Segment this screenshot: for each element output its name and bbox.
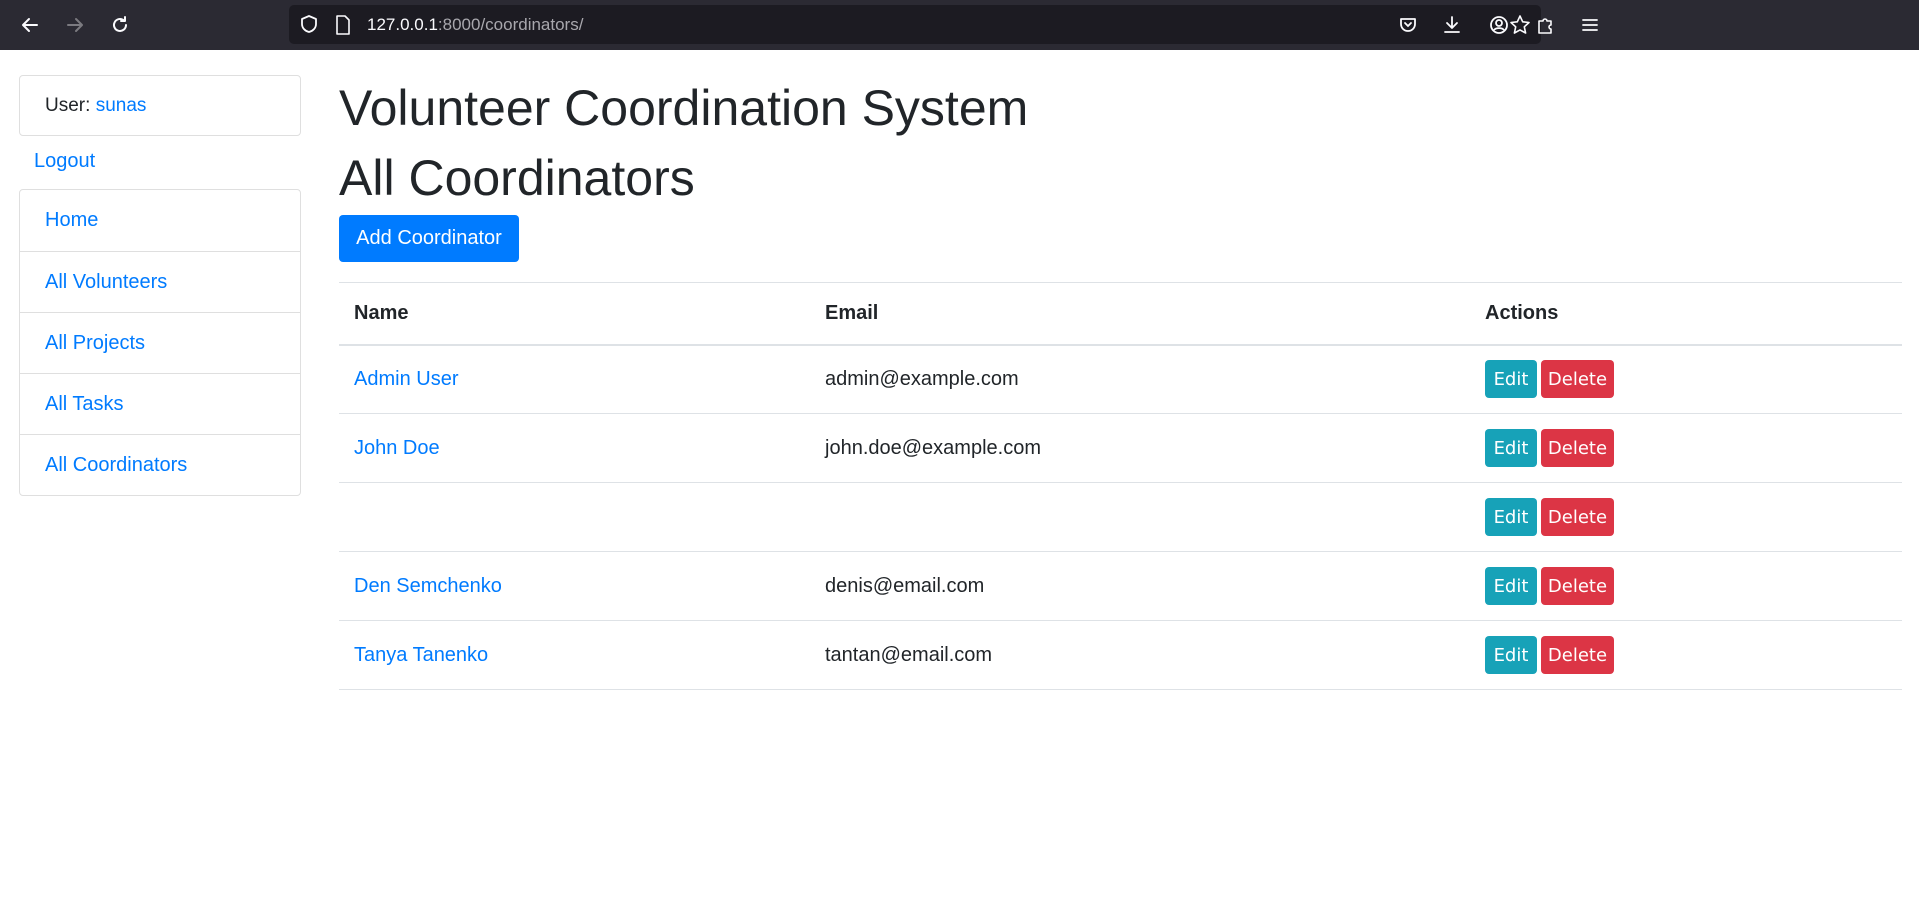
table-row: John Doe john.doe@example.com Edit Delete bbox=[339, 413, 1902, 483]
user-label: User: bbox=[45, 94, 91, 116]
account-button[interactable] bbox=[1486, 12, 1512, 38]
coordinator-email bbox=[810, 482, 1470, 552]
coordinator-name-link[interactable]: Den Semchenko bbox=[354, 575, 502, 597]
edit-button[interactable]: Edit bbox=[1485, 567, 1537, 605]
page-title: All Coordinators bbox=[339, 150, 695, 206]
edit-button[interactable]: Edit bbox=[1485, 360, 1537, 399]
header-name: Name bbox=[339, 282, 810, 346]
user-info: User: sunas bbox=[19, 75, 301, 136]
url-path: :8000/coordinators/ bbox=[437, 15, 584, 34]
coordinator-name-link[interactable]: Admin User bbox=[354, 368, 458, 390]
back-button[interactable] bbox=[15, 10, 45, 40]
back-arrow-icon bbox=[22, 18, 38, 32]
main-content: Volunteer Coordination System All Coordi… bbox=[339, 75, 1902, 690]
download-icon bbox=[1444, 16, 1460, 33]
site-title: Volunteer Coordination System bbox=[339, 80, 1029, 136]
username-link[interactable]: sunas bbox=[96, 95, 147, 117]
table-row: Den Semchenko denis@email.com Edit Delete bbox=[339, 551, 1902, 621]
table-header-row: Name Email Actions bbox=[339, 282, 1902, 346]
header-actions: Actions bbox=[1470, 282, 1902, 346]
bookmark-star-icon[interactable] bbox=[1509, 14, 1531, 36]
reload-button[interactable] bbox=[105, 10, 135, 40]
downloads-button[interactable] bbox=[1439, 12, 1465, 38]
table-row: Admin User admin@example.com Edit Delete bbox=[339, 344, 1902, 414]
address-bar[interactable]: 127.0.0.1:8000/coordinators/ bbox=[289, 5, 1541, 44]
extensions-button[interactable] bbox=[1532, 12, 1558, 38]
table-row: Tanya Tanenko tantan@email.com Edit Delet… bbox=[339, 620, 1902, 690]
sidebar-item-all-tasks[interactable]: All Tasks bbox=[20, 373, 300, 434]
coordinator-name-link[interactable]: John Doe bbox=[354, 437, 440, 459]
coordinator-email: admin@example.com bbox=[810, 344, 1470, 414]
delete-button[interactable]: Delete bbox=[1541, 567, 1614, 605]
puzzle-icon bbox=[1538, 18, 1552, 34]
page-icon bbox=[336, 15, 350, 35]
url-text[interactable]: 127.0.0.1:8000/coordinators/ bbox=[367, 15, 583, 35]
pocket-icon bbox=[1400, 18, 1416, 32]
menu-button[interactable] bbox=[1577, 12, 1603, 38]
edit-button[interactable]: Edit bbox=[1485, 498, 1537, 536]
delete-button[interactable]: Delete bbox=[1541, 429, 1614, 467]
delete-button[interactable]: Delete bbox=[1541, 498, 1614, 536]
sidebar-item-all-coordinators[interactable]: All Coordinators bbox=[20, 434, 300, 495]
edit-button[interactable]: Edit bbox=[1485, 429, 1537, 467]
sidebar-item-home[interactable]: Home bbox=[20, 190, 300, 251]
delete-button[interactable]: Delete bbox=[1541, 636, 1614, 674]
sidebar-item-all-volunteers[interactable]: All Volunteers bbox=[20, 251, 300, 312]
shield-icon[interactable] bbox=[299, 14, 319, 34]
edit-button[interactable]: Edit bbox=[1485, 636, 1537, 674]
coordinator-email: denis@email.com bbox=[810, 551, 1470, 621]
add-coordinator-button[interactable]: Add Coordinator bbox=[339, 215, 519, 262]
reload-icon bbox=[113, 16, 127, 32]
sidebar: User: sunas Logout Home All Volunteers A… bbox=[19, 75, 301, 496]
url-host: 127.0.0.1 bbox=[367, 15, 438, 34]
delete-button[interactable]: Delete bbox=[1541, 360, 1614, 399]
coordinator-name-link[interactable]: Tanya Tanenko bbox=[354, 644, 488, 666]
browser-toolbar: 127.0.0.1:8000/coordinators/ bbox=[0, 0, 1919, 50]
coordinators-table: Name Email Actions Admin User admin@exam… bbox=[339, 282, 1902, 690]
account-icon bbox=[1490, 16, 1508, 34]
forward-arrow-icon bbox=[67, 18, 83, 32]
coordinator-email: tantan@email.com bbox=[810, 620, 1470, 690]
forward-button[interactable] bbox=[60, 10, 90, 40]
pocket-button[interactable] bbox=[1395, 12, 1421, 38]
hamburger-menu-icon bbox=[1582, 19, 1598, 31]
logout-link[interactable]: Logout bbox=[19, 136, 301, 189]
sidebar-item-all-projects[interactable]: All Projects bbox=[20, 312, 300, 373]
coordinator-email: john.doe@example.com bbox=[810, 413, 1470, 483]
header-email: Email bbox=[810, 282, 1470, 346]
sidebar-menu: Home All Volunteers All Projects All Tas… bbox=[19, 189, 301, 496]
table-row: Edit Delete bbox=[339, 482, 1902, 552]
